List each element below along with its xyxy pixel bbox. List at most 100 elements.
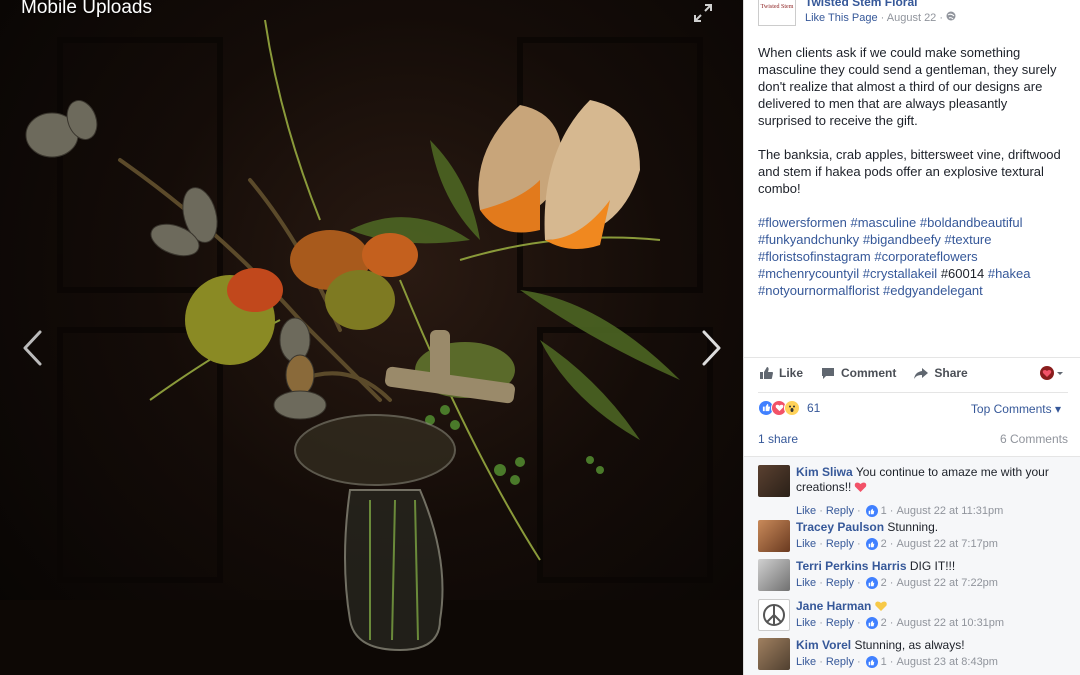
- post-body: When clients ask if we could make someth…: [758, 44, 1063, 316]
- post-meta: Like This Page · August 22 ·: [805, 11, 956, 24]
- avatar[interactable]: [758, 638, 790, 670]
- top-comments-label: Top Comments: [970, 402, 1052, 416]
- share-row: 1 share 6 Comments: [758, 432, 1068, 446]
- like-page-link[interactable]: Like This Page: [805, 12, 878, 24]
- reaction-picker[interactable]: [1039, 366, 1065, 380]
- reaction-count[interactable]: 61: [807, 401, 820, 415]
- post-date[interactable]: August 22: [887, 12, 937, 24]
- comment-time[interactable]: August 22 at 11:31pm: [896, 505, 1003, 517]
- comment-like-link[interactable]: Like: [796, 656, 816, 668]
- comment-like-count[interactable]: 2: [881, 617, 887, 629]
- hashtag-link[interactable]: #floristsofinstagram: [758, 249, 871, 264]
- page-logo[interactable]: Twisted Stem: [758, 0, 796, 26]
- commenter-name[interactable]: Terri Perkins Harris: [796, 559, 907, 573]
- peace-sign-icon: [763, 604, 785, 626]
- comment-reply-link[interactable]: Reply: [826, 656, 854, 668]
- top-comments-dropdown[interactable]: Top Comments ▾: [971, 402, 1061, 416]
- like-count-icon: [865, 538, 878, 550]
- comment-like-count[interactable]: 2: [881, 538, 887, 550]
- hashtag-link[interactable]: #edgyandelegant: [883, 283, 983, 298]
- wow-reaction-icon: [784, 399, 800, 416]
- share-label: Share: [934, 365, 968, 380]
- hashtag-link[interactable]: #boldandbeautiful: [920, 215, 1023, 230]
- hashtag-link[interactable]: #mchenrycountyil: [758, 266, 859, 281]
- comment-time[interactable]: August 22 at 7:22pm: [896, 577, 998, 589]
- like-button[interactable]: Like: [759, 366, 803, 380]
- comments-list: Kim Sliwa You continue to amaze me with …: [744, 456, 1080, 675]
- comment-time[interactable]: August 23 at 8:43pm: [896, 656, 998, 668]
- commenter-name[interactable]: Jane Harman: [796, 599, 871, 613]
- comment-like-link[interactable]: Like: [796, 505, 816, 517]
- action-bar: Like Comment Share: [744, 357, 1080, 387]
- thumbs-up-icon: [760, 366, 773, 379]
- album-title[interactable]: Mobile Uploads: [21, 0, 152, 19]
- post-paragraph-2: The banksia, crab apples, bittersweet vi…: [758, 147, 1061, 196]
- like-count-icon: [865, 505, 878, 517]
- comment-icon: [822, 367, 835, 379]
- expand-icon[interactable]: [692, 2, 714, 24]
- yellow-heart-emoji-icon: [874, 600, 888, 616]
- comment-text: DIG IT!!!: [909, 559, 956, 573]
- caret-down-icon: ▾: [1054, 402, 1061, 416]
- comment-button[interactable]: Comment: [821, 366, 896, 380]
- hashtag-link[interactable]: #flowersformen: [758, 215, 847, 230]
- reaction-icons[interactable]: [758, 399, 800, 416]
- comment-reply-link[interactable]: Reply: [826, 577, 854, 589]
- comment-like-link[interactable]: Like: [796, 577, 816, 589]
- hashtag-link[interactable]: #bigandbeefy: [863, 232, 941, 247]
- comment-text: Stunning.: [887, 520, 939, 534]
- hashtag-text: #60014: [940, 266, 985, 281]
- reactions-row: 61 Top Comments ▾: [758, 392, 1068, 422]
- commenter-name[interactable]: Kim Sliwa: [796, 465, 853, 479]
- comment-meta: Like · Reply · 1 · August 23 at 8:43pm: [796, 656, 998, 668]
- post-panel: Twisted Stem Twisted Stem Floral Like Th…: [743, 0, 1080, 675]
- like-count-icon: [865, 617, 878, 629]
- hashtag-link[interactable]: #texture: [945, 232, 992, 247]
- comment-reply-link[interactable]: Reply: [826, 538, 854, 550]
- comment-like-count[interactable]: 1: [881, 505, 887, 517]
- like-label: Like: [779, 365, 804, 380]
- comment-count[interactable]: 6 Comments: [1000, 432, 1068, 446]
- photo-viewer[interactable]: Mobile Uploads: [0, 0, 743, 675]
- chevron-right-icon[interactable]: [696, 326, 726, 370]
- comment-label: Comment: [841, 365, 897, 380]
- comment-text: Stunning, as always!: [854, 638, 965, 652]
- comment-reply-link[interactable]: Reply: [826, 617, 854, 629]
- comment-reply-link[interactable]: Reply: [826, 505, 854, 517]
- share-count[interactable]: 1 share: [758, 432, 798, 446]
- comment-like-count[interactable]: 2: [881, 577, 887, 589]
- comment-like-link[interactable]: Like: [796, 538, 816, 550]
- comment-time[interactable]: August 22 at 7:17pm: [896, 538, 998, 550]
- heart-emoji-icon: [854, 481, 867, 497]
- floral-arrangement-photo: [0, 19, 743, 675]
- comment-like-link[interactable]: Like: [796, 617, 816, 629]
- avatar[interactable]: [758, 465, 790, 497]
- post-paragraph-1: When clients ask if we could make someth…: [758, 45, 1057, 128]
- like-count-icon: [865, 577, 878, 589]
- share-icon: [914, 367, 929, 379]
- avatar[interactable]: [758, 559, 790, 591]
- hashtag-link[interactable]: #notyournormalflorist: [758, 283, 879, 298]
- page-logo-text: Twisted Stem: [760, 3, 794, 10]
- avatar[interactable]: [758, 599, 790, 631]
- page-name[interactable]: Twisted Stem Floral: [805, 0, 917, 9]
- comment-time[interactable]: August 22 at 10:31pm: [896, 617, 1004, 629]
- share-button[interactable]: Share: [914, 365, 968, 380]
- comment-meta: Like · Reply · 2 · August 22 at 7:22pm: [796, 577, 998, 589]
- post-hashtags: #flowersformen #masculine #boldandbeauti…: [758, 214, 1063, 299]
- love-reaction-icon: [1040, 366, 1054, 380]
- globe-icon: [946, 11, 956, 24]
- chevron-down-icon: [1057, 372, 1063, 375]
- avatar[interactable]: [758, 520, 790, 552]
- commenter-name[interactable]: Tracey Paulson: [796, 520, 884, 534]
- hashtag-link[interactable]: #crystallakeil: [863, 266, 937, 281]
- comment-meta: Like · Reply · 1 · August 22 at 11:31pm: [796, 505, 1004, 517]
- hashtag-link[interactable]: #corporateflowers: [874, 249, 977, 264]
- hashtag-link[interactable]: #funkyandchunky: [758, 232, 859, 247]
- hashtag-link[interactable]: #masculine: [851, 215, 917, 230]
- like-count-icon: [865, 656, 878, 668]
- comment-like-count[interactable]: 1: [881, 656, 887, 668]
- chevron-left-icon[interactable]: [18, 326, 48, 370]
- commenter-name[interactable]: Kim Vorel: [796, 638, 851, 652]
- hashtag-link[interactable]: #hakea: [988, 266, 1031, 281]
